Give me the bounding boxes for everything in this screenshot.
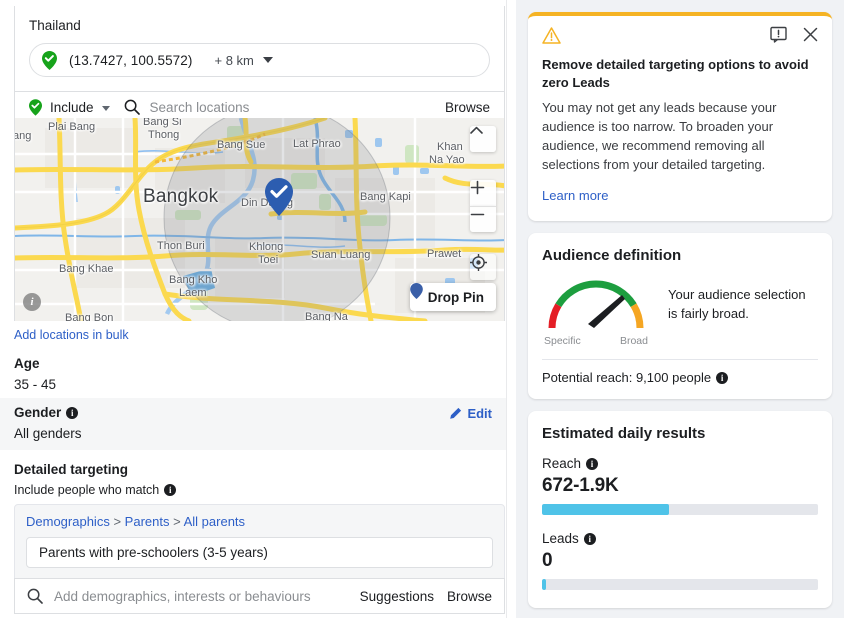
breadcrumb-item-0[interactable]: Demographics (26, 514, 110, 529)
potential-reach-row: Potential reach: 9,100 people i (542, 360, 818, 389)
breadcrumb-separator: > (173, 514, 181, 529)
warning-title: Remove detailed targeting options to avo… (542, 57, 809, 90)
gender-title: Gender (14, 405, 62, 420)
drop-pin-label: Drop Pin (427, 289, 484, 305)
warning-header-actions (770, 26, 818, 48)
map-zoom-in-button[interactable] (470, 180, 496, 206)
metric-leads-bar (542, 579, 818, 591)
audience-gauge-section: Specific Broad Your audience selection i… (542, 274, 818, 347)
gauge-labels: Specific Broad (542, 335, 650, 347)
warning-body: You may not get any leads because your a… (542, 100, 777, 172)
location-pill[interactable]: (13.7427, 100.5572) + 8 km (29, 43, 490, 77)
chevron-down-icon[interactable] (262, 57, 273, 63)
gauge-needle (588, 295, 625, 329)
drop-pin-button[interactable]: Drop Pin (409, 283, 496, 311)
map-zoom-out-button[interactable] (470, 206, 496, 232)
gauge-high-label: Broad (619, 335, 648, 348)
radius-value: + 8 km (214, 52, 254, 68)
pencil-icon (449, 407, 462, 420)
gender-edit-button[interactable]: Edit (449, 406, 492, 421)
browse-targeting-button[interactable]: Browse (447, 589, 492, 604)
warning-card: Remove detailed targeting options to avo… (528, 12, 832, 222)
panel-divider (506, 0, 516, 618)
map-canvas[interactable]: ang Plai Bang Bang Si Thong Bang Sue Lat Phra… (14, 118, 505, 321)
metric-leads-value: 0 (542, 550, 553, 572)
gauge-low-label: Specific (544, 335, 581, 348)
add-targeting-actions: Suggestions Browse (360, 589, 492, 604)
gender-value: All genders (14, 426, 82, 441)
info-icon[interactable]: i (586, 457, 599, 470)
info-icon[interactable]: i (66, 407, 79, 419)
gender-title-row: Gender i (14, 405, 492, 420)
metric-leads-bar-fill (542, 579, 546, 591)
learn-more-link[interactable]: Learn more (542, 188, 608, 203)
metric-reach-value: 672-1.9K (542, 475, 619, 497)
breadcrumb-separator: > (113, 514, 122, 529)
close-icon[interactable] (803, 27, 818, 47)
metric-reach-bar-fill (542, 504, 669, 516)
detailed-targeting-header: Detailed targeting Include people who ma… (14, 462, 492, 497)
chevron-down-icon[interactable] (101, 105, 110, 111)
age-title: Age (14, 356, 40, 371)
location-pin-check-icon (29, 98, 42, 116)
detailed-targeting-subtitle-row: Include people who match i (14, 483, 492, 497)
age-section: Age 35 - 45 (14, 356, 492, 392)
feedback-icon[interactable] (770, 26, 787, 48)
summary-panel: Remove detailed targeting options to avo… (516, 0, 844, 618)
detailed-targeting-title: Detailed targeting (14, 462, 129, 477)
audience-description: Your audience selection is fairly broad. (668, 287, 806, 321)
add-targeting-input[interactable]: Add demographics, interests or behaviour… (54, 589, 311, 604)
map-collapse-button[interactable] (470, 126, 496, 152)
gender-section[interactable]: Gender i All genders Edit (0, 398, 506, 450)
locations-card: Thailand (13.7427, 100.5572) + 8 km Incl… (14, 6, 505, 123)
metric-reach-bar (542, 504, 818, 516)
estimated-results-card: Estimated daily results Reach i 672-1.9K… (528, 411, 832, 609)
country-label: Thailand (29, 18, 81, 33)
metric-reach-label: Reach (542, 456, 582, 472)
warning-triangle-icon (542, 26, 561, 50)
search-icon (124, 99, 140, 115)
map-info-icon[interactable]: i (23, 293, 41, 311)
breadcrumb: Demographics > Parents > All parents (26, 514, 493, 529)
gender-edit-label: Edit (467, 406, 492, 421)
detailed-targeting-subtitle: Include people who match (14, 483, 160, 497)
add-targeting-row[interactable]: Add demographics, interests or behaviour… (14, 578, 505, 614)
breadcrumb-item-1[interactable]: Parents (125, 514, 170, 529)
audience-definition-card: Audience definition Specific Broad Your … (528, 233, 832, 400)
targeting-panel: Thailand (13.7427, 100.5572) + 8 km Incl… (0, 0, 506, 618)
estimated-results-title: Estimated daily results (542, 425, 706, 443)
info-icon[interactable]: i (164, 484, 177, 496)
location-pin-check-icon (42, 50, 57, 70)
coordinates-value: (13.7427, 100.5572) (69, 52, 193, 68)
potential-reach-label: Potential reach: 9,100 people (542, 370, 712, 386)
map-locate-button[interactable] (470, 254, 496, 280)
detailed-targeting-box: Demographics > Parents > All parents Par… (14, 504, 505, 579)
metric-leads-label-row: Leads i (542, 531, 818, 546)
metric-leads-label: Leads (542, 531, 579, 547)
age-value: 35 - 45 (14, 377, 57, 392)
breadcrumb-item-2[interactable]: All parents (184, 514, 245, 529)
search-locations-input[interactable]: Search locations (150, 100, 250, 115)
add-locations-bulk-link[interactable]: Add locations in bulk (14, 328, 129, 342)
info-icon[interactable]: i (716, 371, 729, 384)
metric-reach-label-row: Reach i (542, 456, 818, 471)
search-icon (27, 588, 43, 604)
audience-definition-title: Audience definition (542, 247, 682, 265)
audience-gauge: Specific Broad (542, 274, 650, 347)
selected-targeting-item[interactable]: Parents with pre-schoolers (3-5 years) (26, 537, 493, 568)
warning-header (542, 26, 818, 50)
include-dropdown-label[interactable]: Include (50, 100, 94, 115)
browse-locations-button[interactable]: Browse (445, 100, 490, 115)
suggestions-button[interactable]: Suggestions (360, 589, 434, 604)
info-icon[interactable]: i (583, 532, 596, 545)
